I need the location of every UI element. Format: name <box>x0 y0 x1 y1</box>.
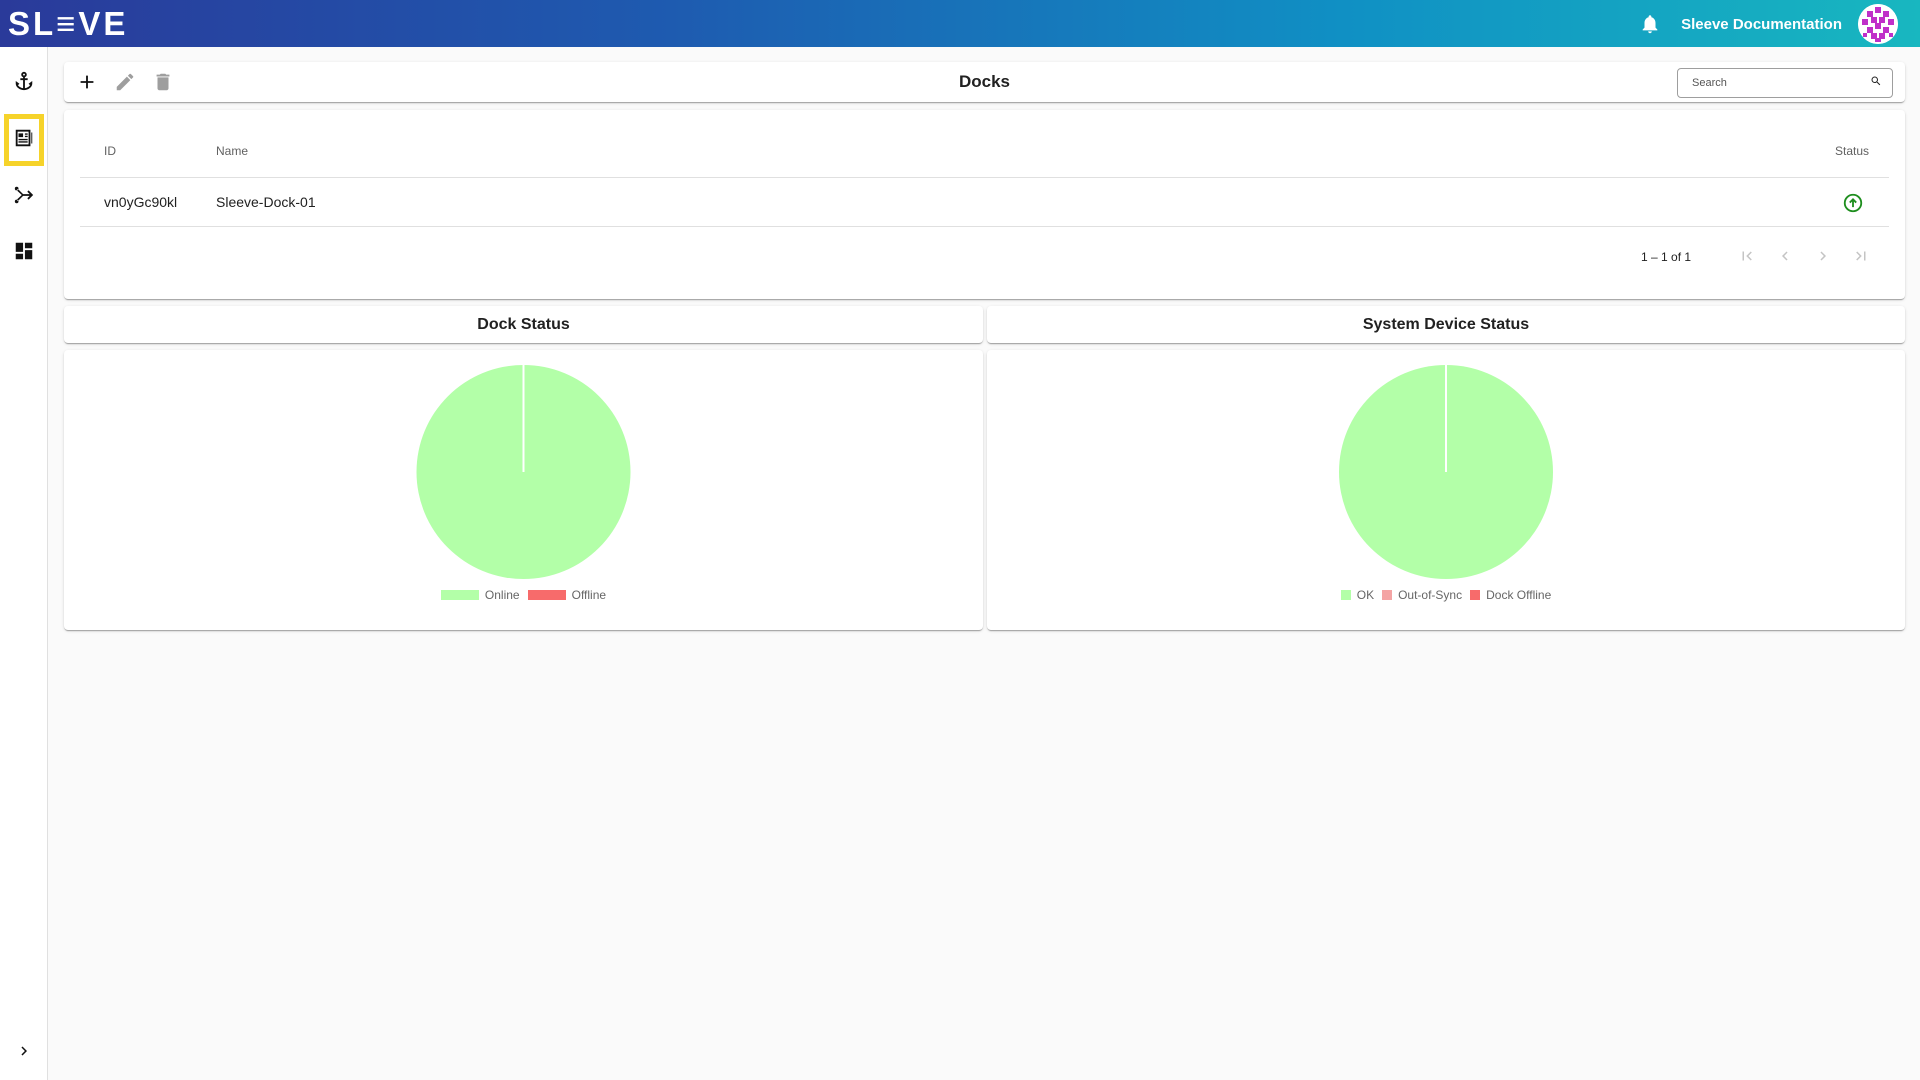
dock-status-pie <box>416 365 631 579</box>
sidebar-item-docks[interactable] <box>4 114 44 166</box>
legend-item-ok[interactable]: OK <box>1340 588 1375 602</box>
legend-label: Out-of-Sync <box>1398 588 1463 602</box>
legend-swatch <box>1382 590 1393 600</box>
add-button[interactable] <box>75 70 99 94</box>
documentation-link[interactable]: Sleeve Documentation <box>1681 16 1842 33</box>
column-header-status[interactable]: Status <box>1835 144 1869 158</box>
route-icon <box>13 184 35 211</box>
legend-item-online[interactable]: Online <box>440 588 520 602</box>
column-header-name[interactable]: Name <box>216 144 248 158</box>
dashboard-icon <box>13 240 35 267</box>
column-header-id[interactable]: ID <box>104 144 116 158</box>
legend-label: Offline <box>571 588 607 602</box>
docks-toolbar: Docks <box>64 62 1905 102</box>
cell-name: Sleeve-Dock-01 <box>216 194 316 210</box>
row-divider <box>80 226 1889 227</box>
legend-swatch <box>1340 590 1351 600</box>
last-page-icon <box>1856 251 1866 261</box>
sidebar-item-dashboard[interactable] <box>4 227 44 279</box>
avatar[interactable] <box>1858 4 1898 44</box>
next-page-button[interactable] <box>1809 242 1837 270</box>
pencil-icon <box>116 73 134 91</box>
legend-item-offline[interactable]: Offline <box>527 588 607 602</box>
search-field[interactable] <box>1677 68 1893 98</box>
system-device-status-legend: OK Out-of-Sync Dock Offline <box>987 588 1905 602</box>
legend-swatch <box>1470 590 1481 600</box>
bell-icon[interactable] <box>1639 13 1661 35</box>
chevron-right-icon <box>15 1042 33 1065</box>
system-device-status-chart: OK Out-of-Sync Dock Offline <box>987 350 1905 630</box>
trash-icon <box>156 73 170 91</box>
legend-label: Online <box>484 588 520 602</box>
sidebar-item-routes[interactable] <box>4 171 44 223</box>
sleeve-logo[interactable]: SL≡VE <box>8 5 129 42</box>
system-device-status-title: System Device Status <box>1362 316 1530 333</box>
search-icon[interactable] <box>1870 74 1882 92</box>
first-page-button[interactable] <box>1733 242 1761 270</box>
logo-text: SL≡VE <box>8 5 129 42</box>
sidebar <box>0 47 48 1080</box>
edit-button[interactable] <box>113 70 137 94</box>
legend-swatch <box>527 590 566 600</box>
anchor-icon <box>13 70 35 97</box>
dock-status-title: Dock Status <box>477 316 570 333</box>
top-app-bar: SL≡VE Sleeve Documentation <box>0 0 1920 47</box>
sidebar-item-anchor[interactable] <box>4 57 44 109</box>
system-device-status-header: System Device Status <box>987 306 1905 343</box>
page-title: Docks <box>958 72 1011 91</box>
top-right-actions: Sleeve Documentation <box>1639 4 1898 44</box>
legend-swatch <box>440 590 479 600</box>
header-divider <box>80 177 1889 178</box>
chevron-left-icon <box>1782 251 1788 261</box>
cell-id: vn0yGc90kl <box>104 194 178 210</box>
system-device-status-pie <box>1339 365 1553 579</box>
legend-item-out-of-sync[interactable]: Out-of-Sync <box>1382 588 1462 602</box>
plus-icon <box>80 75 94 89</box>
delete-button[interactable] <box>151 70 175 94</box>
dock-status-legend: Online Offline <box>64 588 983 602</box>
docks-table: ID Name Status vn0yGc90kl Sleeve-Dock-01… <box>64 110 1905 299</box>
docks-list-icon <box>13 127 35 154</box>
chevron-right-icon <box>1820 251 1826 261</box>
pagination-range: 1 – 1 of 1 <box>1641 250 1692 264</box>
sidebar-expand-button[interactable] <box>4 1033 44 1073</box>
legend-item-dock-offline[interactable]: Dock Offline <box>1470 588 1551 602</box>
legend-label: Dock Offline <box>1486 588 1552 602</box>
last-page-button[interactable] <box>1847 242 1875 270</box>
first-page-icon <box>1742 251 1752 261</box>
status-online-icon <box>1842 192 1864 214</box>
legend-label: OK <box>1356 588 1375 602</box>
dock-status-chart: Online Offline <box>64 350 983 630</box>
search-input[interactable] <box>1692 77 1870 89</box>
dock-status-header: Dock Status <box>64 306 983 343</box>
previous-page-button[interactable] <box>1771 242 1799 270</box>
